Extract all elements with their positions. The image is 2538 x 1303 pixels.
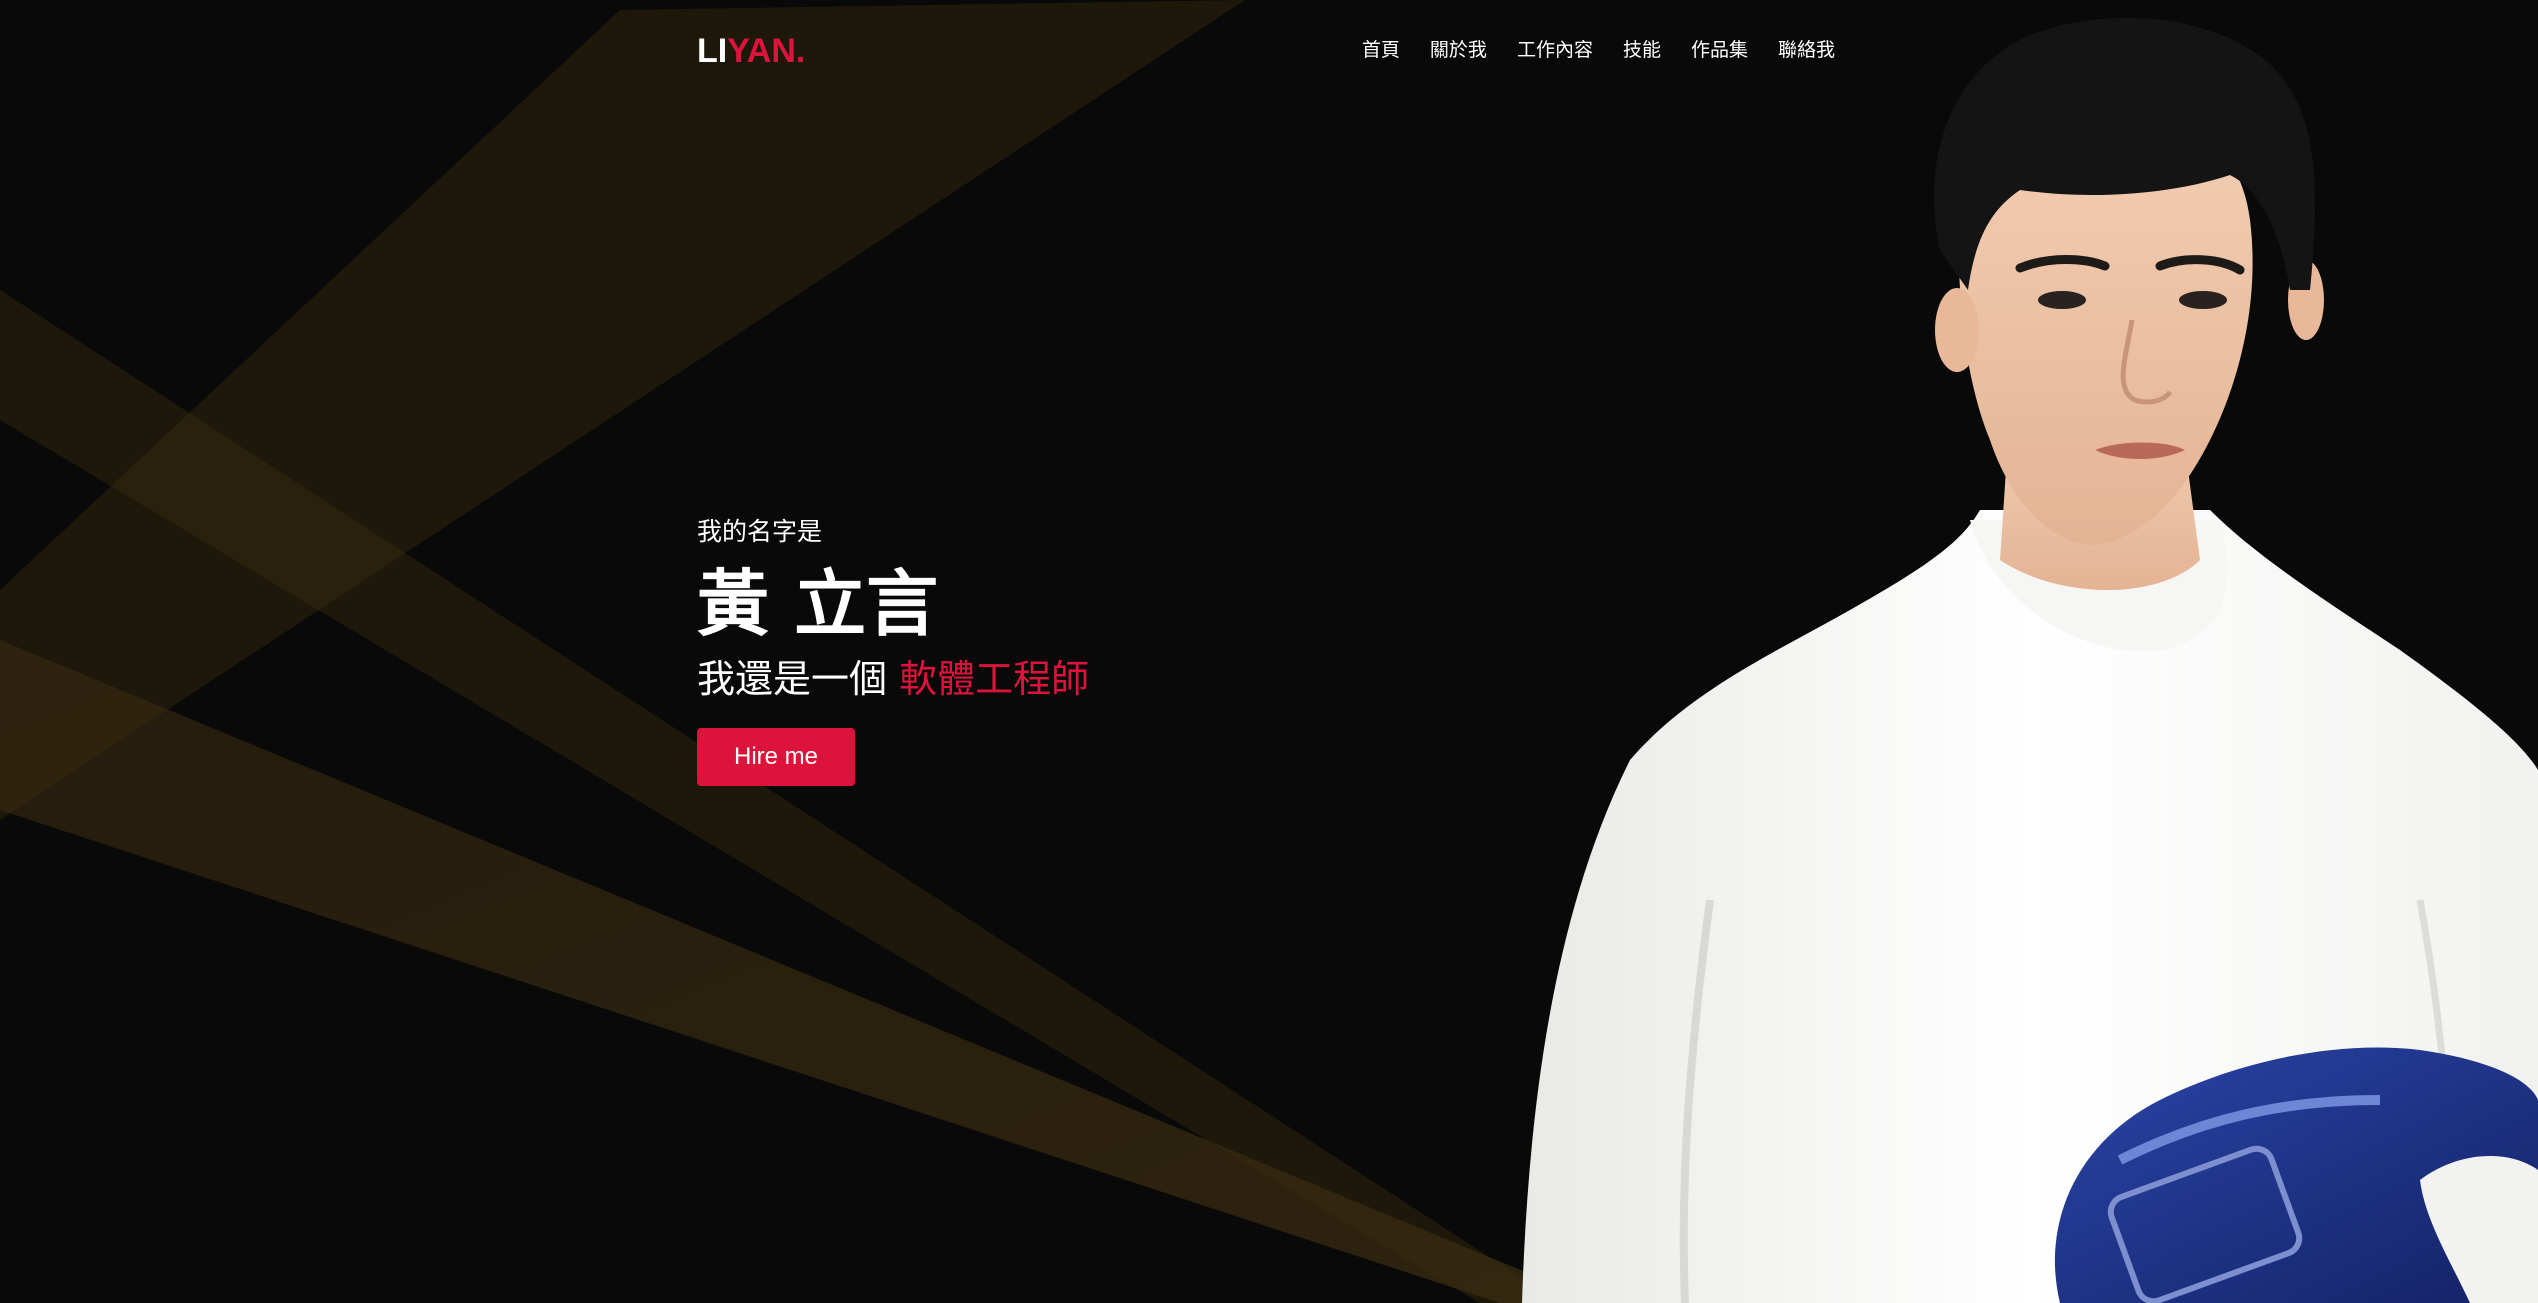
hero-role-prefix: 我還是一個: [697, 657, 888, 701]
logo-suffix: YAN.: [727, 32, 806, 70]
hero-role: 我還是一個 軟體工程師: [697, 650, 1497, 708]
hire-me-button[interactable]: Hire me: [697, 728, 856, 786]
hero: 我的名字是 黃 立言 我還是一個 軟體工程師 Hire me: [697, 510, 1497, 786]
left-ear: [1935, 288, 1979, 372]
hero-name: 黃 立言: [697, 562, 939, 646]
nav-about[interactable]: 關於我: [1430, 36, 1487, 64]
page: LIYAN. 首頁 關於我 工作內容 技能 作品集 聯絡我 我的名字是 黃 立言…: [0, 0, 2538, 1303]
logo[interactable]: LIYAN.: [697, 30, 805, 72]
hero-role-highlight: 軟體工程師: [899, 657, 1090, 701]
left-eye: [2038, 291, 2086, 309]
logo-prefix: LI: [697, 32, 728, 70]
portrait-photo: [1522, 17, 2538, 1303]
right-eye: [2179, 291, 2227, 309]
nav-home[interactable]: 首頁: [1362, 36, 1400, 64]
hero-intro: 我的名字是: [697, 517, 823, 546]
